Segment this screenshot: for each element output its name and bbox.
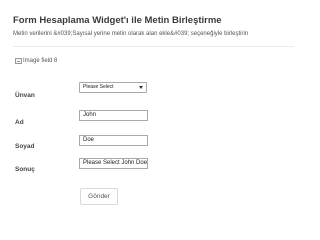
unvan-select-value: Please Select xyxy=(83,84,114,90)
soyad-row: Soyad Doe xyxy=(15,135,148,153)
chevron-down-icon xyxy=(139,86,143,89)
soyad-input[interactable]: Doe xyxy=(79,135,148,146)
unvan-select[interactable]: Please Select xyxy=(79,82,147,93)
header-divider xyxy=(13,46,294,47)
sonuc-row: Sonuç Please Select John Doe xyxy=(15,158,148,176)
submit-button[interactable]: Gönder xyxy=(80,188,118,205)
sonuc-label: Sonuç xyxy=(15,166,35,173)
ad-label: Ad xyxy=(15,119,24,126)
image-field-alt-text: Image field 8 xyxy=(23,58,58,64)
soyad-label: Soyad xyxy=(15,143,35,150)
image-field: Image field 8 xyxy=(15,58,57,64)
sonuc-result-field[interactable]: Please Select John Doe xyxy=(79,158,148,169)
ad-input[interactable]: John xyxy=(79,110,148,121)
unvan-label: Ünvan xyxy=(15,92,35,99)
form-title: Form Hesaplama Widget'ı ile Metin Birleş… xyxy=(13,15,222,26)
broken-image-icon xyxy=(15,58,22,64)
ad-row: Ad John xyxy=(15,110,148,129)
unvan-row: Ünvan Please Select xyxy=(15,82,147,102)
form-subtitle: Metin verilerini &#039;Sayısal yerine me… xyxy=(13,31,249,37)
